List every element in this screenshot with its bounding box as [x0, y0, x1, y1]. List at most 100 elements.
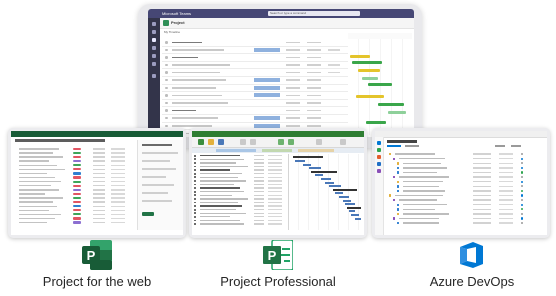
task-icon[interactable]: [278, 139, 284, 145]
details-action-button[interactable]: [142, 212, 154, 216]
gantt-bar[interactable]: [325, 182, 334, 184]
paste-icon[interactable]: [208, 139, 214, 145]
gantt-bar[interactable]: [356, 95, 384, 98]
timeline-bar[interactable]: [216, 149, 256, 152]
summary-bar[interactable]: [347, 207, 361, 209]
table-row[interactable]: [162, 69, 348, 77]
gantt-bar[interactable]: [388, 111, 406, 114]
tab-backlog[interactable]: [387, 145, 401, 147]
table-row[interactable]: [162, 54, 348, 62]
gantt-chart: [288, 154, 364, 230]
project-professional-screen: [192, 131, 364, 235]
table-row[interactable]: [192, 222, 288, 226]
backlog-tabs: [387, 145, 537, 148]
properties-icon[interactable]: [316, 139, 322, 145]
gantt-view-icon[interactable]: [198, 139, 204, 145]
table-row[interactable]: [162, 62, 348, 70]
teams-icon[interactable]: [152, 38, 156, 42]
summary-bar[interactable]: [293, 156, 323, 158]
gantt-bar[interactable]: [335, 192, 343, 194]
gantt-bar[interactable]: [295, 160, 305, 162]
chat-icon[interactable]: [152, 30, 156, 34]
gantt-bar[interactable]: [303, 164, 311, 166]
project-web-title: [15, 139, 105, 142]
table-row[interactable]: [162, 107, 348, 115]
gantt-bar[interactable]: [368, 83, 392, 86]
svg-text:P: P: [268, 248, 277, 263]
gantt-bar[interactable]: [352, 61, 382, 64]
gantt-bar[interactable]: [315, 174, 323, 176]
teams-search-input[interactable]: Search or type a command: [268, 11, 360, 16]
gantt-bar[interactable]: [329, 185, 341, 187]
calendar-icon[interactable]: [152, 46, 156, 50]
gantt-bar[interactable]: [355, 218, 361, 220]
timeline-breadcrumb[interactable]: My Timeline: [164, 29, 180, 36]
table-row[interactable]: [162, 39, 348, 47]
gantt-bar[interactable]: [362, 77, 378, 80]
product-label: Azure DevOps: [429, 274, 515, 289]
work-item-list: [387, 152, 547, 226]
project-tab-header: Project: [160, 18, 414, 29]
table-row[interactable]: [162, 92, 348, 100]
backlog-title: [387, 140, 417, 143]
gantt-bar[interactable]: [309, 167, 321, 169]
project-web-header-bar: [11, 131, 183, 137]
table-row[interactable]: [387, 221, 547, 226]
gantt-bar[interactable]: [358, 69, 380, 72]
milestone-icon[interactable]: [288, 139, 294, 145]
gantt-bar[interactable]: [366, 121, 386, 124]
gantt-bar[interactable]: [343, 200, 351, 202]
timeline-bar[interactable]: [298, 149, 334, 152]
azure-top-bar: [375, 131, 547, 138]
gantt-bar[interactable]: [339, 196, 349, 198]
azure-devops-screen: [375, 131, 547, 235]
teams-app-title: Microsoft Teams: [162, 11, 192, 16]
project-web-task-list: [15, 147, 131, 225]
scroll-to-task-icon[interactable]: [340, 139, 346, 145]
tab-filter[interactable]: [511, 145, 521, 147]
teams-app-bar: Microsoft Teams Search or type a command: [148, 9, 414, 18]
task-grid: [162, 39, 348, 137]
table-row[interactable]: [162, 100, 348, 108]
timeline-bar[interactable]: [262, 149, 292, 152]
gantt-bar[interactable]: [351, 214, 359, 216]
gantt-bar[interactable]: [321, 178, 331, 180]
teams-left-rail: [148, 18, 160, 137]
repos-icon[interactable]: [377, 155, 381, 159]
table-row[interactable]: [162, 85, 348, 93]
gantt-bar[interactable]: [345, 203, 355, 205]
pipelines-icon[interactable]: [377, 162, 381, 166]
overview-icon[interactable]: [377, 141, 381, 145]
indent-icon[interactable]: [240, 139, 246, 145]
list-item[interactable]: [15, 221, 131, 225]
schedule-icon[interactable]: [218, 139, 224, 145]
summary-bar[interactable]: [333, 189, 357, 191]
ribbon-toolbar: [192, 137, 364, 148]
boards-icon[interactable]: [377, 148, 381, 152]
link-icon[interactable]: [250, 139, 256, 145]
tab-new-item[interactable]: [495, 145, 505, 147]
summary-bar[interactable]: [311, 171, 337, 173]
table-row[interactable]: [162, 47, 348, 55]
activity-icon[interactable]: [152, 22, 156, 26]
apps-icon[interactable]: [152, 74, 156, 78]
gantt-bar[interactable]: [350, 55, 370, 58]
project-web-screen: [11, 131, 183, 235]
project-app-icon: [163, 20, 169, 26]
test-plans-icon[interactable]: [377, 169, 381, 173]
teams-tablet-screen: Microsoft Teams Search or type a command…: [148, 9, 414, 137]
task-details-panel: [137, 140, 183, 230]
gantt-bar[interactable]: [378, 103, 404, 106]
gantt-bar[interactable]: [349, 210, 355, 212]
table-row[interactable]: [162, 115, 348, 123]
tab-analytics[interactable]: [405, 145, 419, 147]
product-label: Project for the web: [42, 274, 152, 289]
task-sheet: [192, 154, 288, 226]
project-web-logo-icon: P: [82, 240, 112, 270]
table-row[interactable]: [162, 77, 348, 85]
timeline-strip: [192, 148, 364, 153]
project-professional-logo-icon: P: [263, 240, 293, 270]
files-icon[interactable]: [152, 62, 156, 66]
calls-icon[interactable]: [152, 54, 156, 58]
product-label: Project Professional: [220, 274, 336, 289]
